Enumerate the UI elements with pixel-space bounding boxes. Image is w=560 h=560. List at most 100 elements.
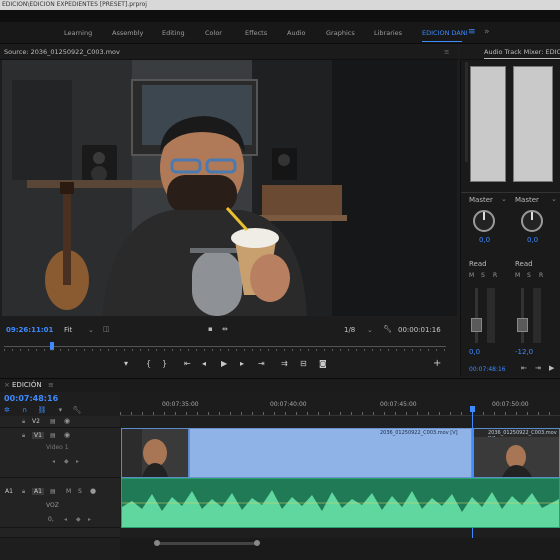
add-button-icon[interactable]: + — [433, 358, 441, 369]
keyframe-prev-icon[interactable]: ◂ — [52, 458, 55, 465]
source-timecode[interactable]: 09:26:11:01 — [6, 326, 53, 334]
track-v2-label[interactable]: V2 — [32, 418, 40, 425]
chevron-double-right-icon[interactable]: » — [484, 27, 490, 37]
tab-libraries[interactable]: Libraries — [374, 29, 402, 37]
eye-icon[interactable]: ◉ — [64, 417, 70, 425]
source-monitor-viewer[interactable] — [2, 60, 457, 316]
close-tab-icon[interactable]: × — [4, 381, 10, 389]
lock-icon[interactable]: 🔒︎ — [22, 488, 25, 496]
channel-1-name[interactable]: Master — [469, 196, 493, 204]
sync-lock-icon[interactable]: ▤ — [50, 432, 56, 439]
keyframe-next-icon[interactable]: ▸ — [76, 458, 79, 465]
play-icon[interactable]: ▶ — [221, 359, 227, 368]
timeline-horizontal-scrollbar[interactable] — [156, 542, 256, 545]
mute-button-2[interactable]: M — [515, 272, 520, 279]
keyframe-prev-icon[interactable]: ◂ — [64, 516, 67, 523]
fader-handle-2[interactable] — [517, 318, 528, 332]
mixer-go-out-icon[interactable]: ⇥ — [535, 364, 541, 372]
audio-clip[interactable] — [121, 478, 560, 528]
insert-icon[interactable]: ⇉ — [281, 359, 288, 368]
insert-clip-icon[interactable]: ▪ — [208, 325, 213, 333]
zoom-select[interactable]: Fit — [64, 326, 72, 334]
keyframe-add-icon[interactable]: ◆ — [76, 516, 81, 523]
source-monitor-title[interactable]: Source: 2036_01250922_C003.mov — [4, 48, 120, 56]
tab-audio[interactable]: Audio — [287, 29, 305, 37]
solo-track-icon[interactable]: S — [78, 488, 82, 495]
scrollbar-handle-right[interactable] — [254, 540, 260, 546]
automation-mode-1[interactable]: Read — [469, 260, 487, 268]
fader-db-2[interactable]: -12,0 — [515, 348, 533, 356]
sync-lock-icon[interactable]: ▤ — [50, 488, 56, 495]
tab-learning[interactable]: Learning — [64, 29, 92, 37]
timeline-timecode[interactable]: 00:07:48:16 — [4, 394, 58, 403]
video-clip[interactable]: 2036_01250922_C003.mov [V] — [473, 428, 560, 478]
track-volume[interactable]: 0, — [48, 516, 54, 523]
fader-handle-1[interactable] — [471, 318, 482, 332]
sync-lock-icon[interactable]: ▤ — [50, 418, 56, 425]
scrollbar-handle-left[interactable] — [154, 540, 160, 546]
zoom-dropdown-chevron-icon[interactable]: ⌄ — [88, 326, 94, 334]
mixer-scroll-track[interactable] — [465, 62, 468, 162]
automation-mode-2[interactable]: Read — [515, 260, 533, 268]
source-scrub-bar[interactable] — [4, 346, 446, 347]
solo-button-2[interactable]: S — [527, 272, 531, 279]
mixer-play-icon[interactable]: ▶ — [549, 364, 554, 372]
pan-value-2[interactable]: 0,0 — [527, 236, 538, 244]
panel-menu-icon[interactable]: ≡ — [444, 48, 449, 56]
sequence-menu-icon[interactable]: ≡ — [48, 381, 54, 389]
drag-video-icon[interactable]: ⇹ — [222, 325, 228, 333]
add-marker-icon[interactable]: ▾ — [124, 359, 128, 368]
tab-color[interactable]: Color — [205, 29, 222, 37]
mute-button-1[interactable]: M — [469, 272, 474, 279]
fader-track-2[interactable] — [521, 288, 524, 343]
step-forward-icon[interactable]: ▸ — [240, 359, 244, 368]
record-button-1[interactable]: R — [493, 272, 497, 279]
keyframe-add-icon[interactable]: ◆ — [64, 458, 69, 465]
channel-1-chevron-icon[interactable]: ⌄ — [501, 195, 507, 203]
export-frame-icon[interactable]: ◙ — [319, 359, 327, 368]
tab-graphics[interactable]: Graphics — [326, 29, 355, 37]
tab-edicion-dani[interactable]: EDICION DANI — [422, 29, 468, 37]
video-clip[interactable]: 2036_01250922_C003.mov [V] — [189, 428, 472, 478]
snap-icon[interactable]: ∩ — [22, 406, 27, 414]
go-to-in-icon[interactable]: ⇤ — [184, 359, 191, 368]
track-v1-label[interactable]: V1 — [32, 432, 44, 439]
keyframe-next-icon[interactable]: ▸ — [88, 516, 91, 523]
fader-db-1[interactable]: 0,0 — [469, 348, 480, 356]
channel-2-name[interactable]: Master — [515, 196, 539, 204]
lock-icon[interactable]: 🔒︎ — [22, 432, 25, 440]
track-a1-label[interactable]: A1 — [32, 488, 44, 495]
settings-wrench-icon[interactable]: 🔧︎ — [72, 406, 81, 414]
linked-selection-icon[interactable]: ⛓ — [37, 406, 46, 414]
hamburger-icon[interactable]: ≡ — [468, 27, 476, 37]
source-patch-a1[interactable]: A1 — [5, 488, 13, 495]
lock-icon[interactable]: 🔒︎ — [22, 418, 25, 426]
mixer-go-in-icon[interactable]: ⇤ — [521, 364, 527, 372]
overwrite-icon[interactable]: ⊟ — [300, 359, 307, 368]
tab-effects[interactable]: Effects — [245, 29, 267, 37]
pan-value-1[interactable]: 0,0 — [479, 236, 490, 244]
solo-button-1[interactable]: S — [481, 272, 485, 279]
record-button-2[interactable]: R — [539, 272, 543, 279]
resolution-dropdown-chevron-icon[interactable]: ⌄ — [367, 326, 373, 334]
sequence-tab[interactable]: EDICIÓN — [12, 381, 42, 389]
mic-icon[interactable]: ● — [90, 487, 96, 495]
resolution-select[interactable]: 1/8 — [344, 326, 355, 334]
fader-track-1[interactable] — [475, 288, 478, 343]
mark-out-icon[interactable]: } — [162, 359, 167, 368]
mark-in-icon[interactable]: { — [146, 359, 151, 368]
eye-icon[interactable]: ◉ — [64, 431, 70, 439]
step-back-icon[interactable]: ◂ — [202, 359, 206, 368]
wrench-icon[interactable]: 🔧︎ — [383, 325, 392, 333]
video-clip[interactable] — [121, 428, 189, 478]
go-to-out-icon[interactable]: ⇥ — [258, 359, 265, 368]
tab-editing[interactable]: Editing — [162, 29, 185, 37]
audio-mixer-title[interactable]: Audio Track Mixer: EDICIÓN — [484, 48, 560, 56]
nest-icon[interactable]: ✲ — [4, 406, 10, 414]
timeline-ruler[interactable]: 00:07:35:00 00:07:40:00 00:07:45:00 00:0… — [120, 392, 560, 416]
channel-2-chevron-icon[interactable]: ⌄ — [551, 195, 557, 203]
mute-track-icon[interactable]: M — [66, 488, 71, 495]
add-marker-icon[interactable]: ▾ — [59, 406, 63, 414]
safe-margins-icon[interactable]: ◫ — [103, 325, 110, 333]
tab-assembly[interactable]: Assembly — [112, 29, 143, 37]
